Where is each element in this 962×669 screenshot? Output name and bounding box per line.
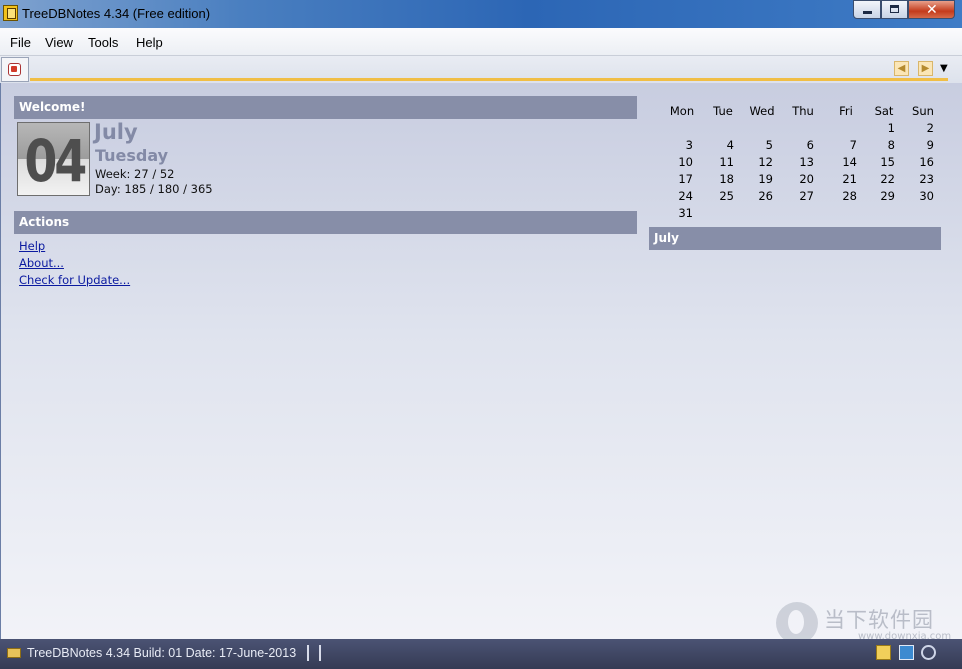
calendar-weekday-header: Sun: [912, 104, 934, 118]
menu-bar: File View Tools Help: [0, 28, 962, 56]
calendar-month-header: July: [649, 227, 941, 250]
help-link[interactable]: Help: [19, 239, 45, 253]
calendar-day[interactable]: 18: [716, 172, 734, 186]
chevron-down-icon[interactable]: ▼: [940, 63, 948, 74]
calendar-weekday-header: Mon: [669, 104, 695, 118]
welcome-header: Welcome!: [14, 96, 637, 119]
calendar-day[interactable]: 27: [796, 189, 814, 203]
maximize-icon: [890, 5, 899, 13]
calendar-day[interactable]: 24: [675, 189, 693, 203]
calendar-day[interactable]: 10: [675, 155, 693, 169]
calendar-day[interactable]: 13: [796, 155, 814, 169]
calendar-day[interactable]: 28: [839, 189, 857, 203]
notes-tray-icon[interactable]: [876, 645, 891, 660]
arrow-left-icon: ◀: [897, 63, 906, 74]
home-tab[interactable]: [1, 57, 29, 82]
toolbar-accent-rule: [30, 78, 948, 81]
calendar-weekday-header: Thu: [792, 104, 814, 118]
calendar-day[interactable]: 2: [916, 121, 934, 135]
calendar-day[interactable]: 9: [916, 138, 934, 152]
book-icon: [7, 648, 21, 658]
calendar-day[interactable]: 30: [916, 189, 934, 203]
menu-view[interactable]: View: [45, 35, 73, 50]
calendar-day[interactable]: 26: [755, 189, 773, 203]
title-bar[interactable]: TreeDBNotes 4.34 (Free edition) ✕: [0, 0, 962, 28]
calendar-day[interactable]: 31: [675, 206, 693, 220]
home-icon: [8, 63, 21, 76]
forward-button[interactable]: ▶: [918, 61, 933, 76]
arrow-right-icon: ▶: [921, 63, 930, 74]
calendar-day[interactable]: 14: [839, 155, 857, 169]
calendar-day[interactable]: 21: [839, 172, 857, 186]
app-window: TreeDBNotes 4.34 (Free edition) ✕ File V…: [0, 0, 962, 669]
close-icon: ✕: [926, 2, 938, 18]
calendar-day[interactable]: 7: [839, 138, 857, 152]
calendar-day[interactable]: 5: [755, 138, 773, 152]
minimize-button[interactable]: [853, 0, 881, 19]
calendar-day[interactable]: 19: [755, 172, 773, 186]
menu-help[interactable]: Help: [136, 35, 163, 50]
calendar-day[interactable]: 22: [877, 172, 895, 186]
calendar-day[interactable]: 23: [916, 172, 934, 186]
calendar-day[interactable]: 6: [796, 138, 814, 152]
app-icon[interactable]: [3, 5, 18, 21]
month-name: July: [94, 120, 138, 144]
about-link[interactable]: About...: [19, 256, 64, 270]
calendar-weekday-header: Fri: [839, 104, 853, 118]
calendar-day[interactable]: 25: [716, 189, 734, 203]
calendar-day[interactable]: 8: [877, 138, 895, 152]
grid-tray-icon[interactable]: [899, 645, 914, 660]
day-info: Day: 185 / 180 / 365: [95, 182, 213, 196]
week-info: Week: 27 / 52: [95, 167, 175, 181]
menu-file[interactable]: File: [10, 35, 31, 50]
check-update-link[interactable]: Check for Update...: [19, 273, 130, 287]
menu-tools[interactable]: Tools: [88, 35, 118, 50]
status-text: TreeDBNotes 4.34 Build: 01 Date: 17-June…: [27, 646, 297, 660]
calendar-weekday-header: Wed: [749, 104, 775, 118]
calendar-day[interactable]: 17: [675, 172, 693, 186]
back-button[interactable]: ◀: [894, 61, 909, 76]
calendar-day[interactable]: 12: [755, 155, 773, 169]
close-button[interactable]: ✕: [908, 0, 955, 19]
calendar-day[interactable]: 4: [716, 138, 734, 152]
search-tray-icon[interactable]: [921, 645, 936, 660]
calendar-day[interactable]: 29: [877, 189, 895, 203]
calendar-day[interactable]: 1: [877, 121, 895, 135]
calendar-weekday-header: Tue: [713, 104, 733, 118]
calendar-day[interactable]: 20: [796, 172, 814, 186]
weekday-name: Tuesday: [95, 146, 169, 165]
status-separator: [307, 645, 309, 661]
status-bar: TreeDBNotes 4.34 Build: 01 Date: 17-June…: [0, 639, 962, 669]
watermark-logo-icon: [776, 602, 818, 644]
actions-header: Actions: [14, 211, 637, 234]
window-title: TreeDBNotes 4.34 (Free edition): [22, 6, 211, 21]
calendar-day[interactable]: 11: [716, 155, 734, 169]
watermark-text: 当下软件园: [824, 608, 934, 632]
calendar-day[interactable]: 15: [877, 155, 895, 169]
maximize-button[interactable]: [881, 0, 908, 19]
calendar-day[interactable]: 3: [675, 138, 693, 152]
status-separator: [319, 645, 321, 661]
calendar-weekday-header: Sat: [874, 104, 894, 118]
calendar-day[interactable]: 16: [916, 155, 934, 169]
toolbar: ◀ ▶ ▼: [0, 56, 962, 83]
date-tile: 04: [17, 122, 90, 196]
minimize-icon: [863, 11, 872, 14]
day-number: 04: [24, 127, 87, 195]
